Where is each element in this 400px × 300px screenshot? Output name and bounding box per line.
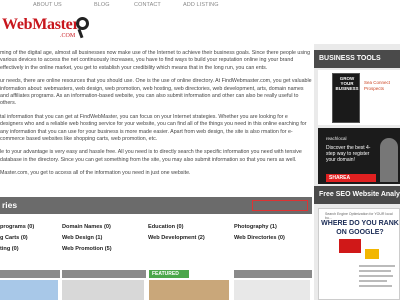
logo-text: WebMaster bbox=[2, 16, 80, 33]
category-link[interactable]: Web Directories (0) bbox=[234, 235, 285, 241]
category-link[interactable]: programs (0) bbox=[0, 224, 34, 230]
listing-thumbnail[interactable] bbox=[0, 280, 58, 300]
category-link[interactable]: ting (0) bbox=[0, 246, 19, 252]
listing-thumbnail[interactable] bbox=[234, 280, 310, 300]
seo-result-line bbox=[359, 270, 391, 272]
logo-suffix: .COM bbox=[60, 33, 76, 39]
top-navigation: ABOUT US BLOG CONTACT ADD LISTING bbox=[0, 0, 400, 12]
seo-badge bbox=[339, 239, 361, 253]
featured-badge: FEATURED bbox=[149, 270, 189, 278]
nav-blog[interactable]: BLOG bbox=[94, 2, 110, 8]
listing-strip bbox=[0, 270, 60, 278]
ad-cta-button[interactable]: SHAREA bbox=[326, 174, 376, 182]
category-link[interactable]: Web Promotion (5) bbox=[62, 246, 112, 252]
book-ad-side-text: Sea Connect Prospects bbox=[364, 80, 391, 91]
book-cover[interactable]: GROW YOUR BUSINESS bbox=[332, 73, 360, 123]
magnifier-icon bbox=[76, 17, 89, 30]
ad-brand: reachlocal bbox=[326, 136, 347, 141]
listing-thumbnail[interactable] bbox=[149, 280, 229, 300]
magnifier-handle bbox=[77, 28, 84, 39]
nav-add-listing[interactable]: ADD LISTING bbox=[183, 2, 219, 8]
seo-result-line bbox=[359, 275, 393, 277]
nav-contact[interactable]: CONTACT bbox=[134, 2, 161, 8]
categories-more-box[interactable] bbox=[252, 200, 308, 211]
listing-strip bbox=[62, 270, 146, 278]
person-image bbox=[380, 138, 398, 182]
seo-ad[interactable]: Search Engine Optimization for YOUR loca… bbox=[318, 208, 400, 300]
site-logo[interactable]: WebMaster .COM bbox=[0, 14, 90, 44]
listing-thumbnail[interactable] bbox=[62, 280, 144, 300]
category-link[interactable]: Photography (1) bbox=[234, 224, 277, 230]
intro-paragraph: tal information that you can get at Find… bbox=[0, 113, 307, 143]
seo-result-line bbox=[359, 265, 395, 267]
seo-result-line bbox=[359, 280, 387, 282]
seo-ad-headline: WHERE DO YOU RANK ON GOOGLE? bbox=[321, 220, 399, 236]
nav-about-us[interactable]: ABOUT US bbox=[33, 2, 62, 8]
intro-paragraph: Master.com, you get to access all of the… bbox=[0, 170, 191, 177]
intro-paragraph: le to your advantage is very easy and ha… bbox=[0, 149, 302, 163]
ad-text: Discover the best 4-step way to register… bbox=[326, 145, 371, 163]
seo-ad-small-text: Search Engine Optimization for YOUR loca… bbox=[325, 212, 393, 220]
domain-ad[interactable]: reachlocal Discover the best 4-step way … bbox=[318, 128, 400, 184]
category-link[interactable]: Domain Names (0) bbox=[62, 224, 111, 230]
categories-title: ries bbox=[2, 200, 18, 210]
listing-strip bbox=[234, 270, 312, 278]
category-link[interactable]: Web Development (2) bbox=[148, 235, 205, 241]
seo-result-line bbox=[359, 285, 392, 287]
category-link[interactable]: g Carts (0) bbox=[0, 235, 28, 241]
seo-badge bbox=[365, 249, 379, 259]
categories-header: ries bbox=[0, 197, 312, 214]
intro-paragraph: ur needs, there are online resources tha… bbox=[0, 78, 312, 107]
category-link[interactable]: Education (0) bbox=[148, 224, 183, 230]
book-title: GROW YOUR BUSINESS bbox=[335, 76, 359, 91]
intro-paragraph: ming of the digital age, almost all busi… bbox=[0, 50, 311, 71]
category-link[interactable]: Web Design (1) bbox=[62, 235, 102, 241]
business-tools-header: BUSINESS TOOLS bbox=[314, 50, 400, 68]
seo-analysis-header: Free SEO Website Analysis bbox=[314, 186, 400, 204]
intro-text: ming of the digital age, almost all busi… bbox=[0, 50, 312, 184]
